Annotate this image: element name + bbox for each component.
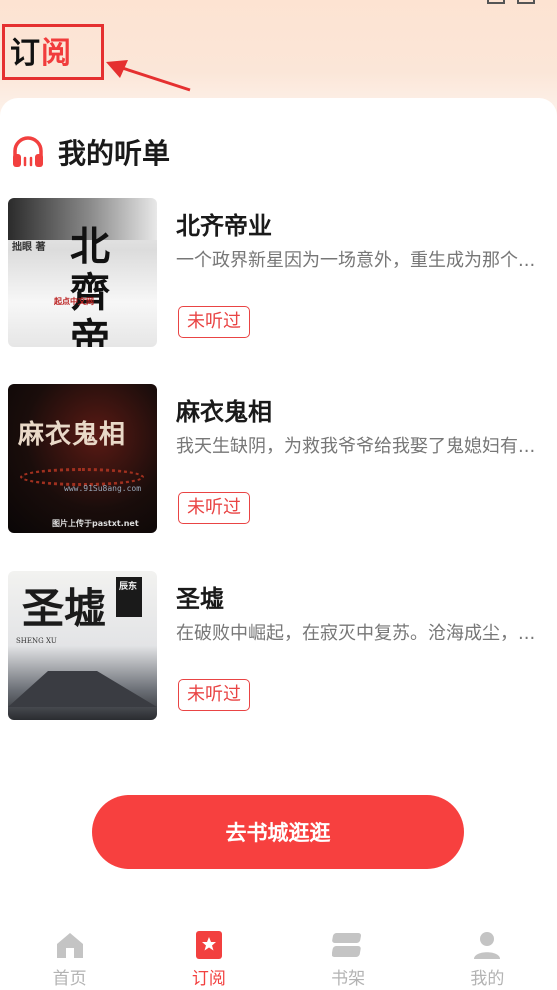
- book-item[interactable]: 拙眼 著 北齊帝業 起点中文网 北齐帝业 一个政界新星因为一场意外，重生成为那个…: [8, 198, 548, 350]
- book-item[interactable]: 麻衣鬼相 www.91Su8ang.com 图片上传于pastxt.net 麻衣…: [8, 384, 548, 536]
- status-icons: [487, 0, 535, 4]
- tab-mine[interactable]: 我的: [418, 918, 557, 990]
- cover-seal: 辰东: [116, 577, 142, 617]
- book-title[interactable]: 圣墟: [176, 579, 224, 614]
- status-badge: 未听过: [178, 306, 250, 338]
- headphones-icon: [13, 136, 43, 167]
- annotation-highlight-box: [2, 24, 104, 80]
- book-cover[interactable]: 圣墟 辰东 SHENG XU: [8, 571, 157, 720]
- bookmark-icon: [195, 931, 222, 959]
- tab-label: 订阅: [191, 969, 226, 989]
- book-title[interactable]: 北齐帝业: [176, 206, 272, 241]
- cover-art-text: 麻衣鬼相: [18, 420, 127, 450]
- annotation-arrow-icon: [106, 60, 191, 92]
- cover-author: 拙眼 著: [12, 242, 46, 253]
- home-icon: [56, 933, 83, 958]
- section-header: 我的听单: [10, 132, 170, 172]
- user-icon: [474, 932, 501, 959]
- section-title: 我的听单: [58, 137, 171, 170]
- tab-home[interactable]: 首页: [0, 918, 139, 990]
- cover-art-text: 北齊帝業: [70, 223, 110, 348]
- book-description: 在破败中崛起，在寂灭中复苏。沧海成尘，...: [176, 623, 536, 644]
- book-cover[interactable]: 拙眼 著 北齊帝業 起点中文网: [8, 198, 157, 347]
- cover-mountains: [8, 671, 157, 707]
- tab-label: 书架: [331, 969, 366, 989]
- cover-art-text: 圣墟: [22, 584, 107, 633]
- tab-label: 我的: [470, 969, 505, 989]
- tab-bookshelf[interactable]: 书架: [279, 918, 418, 990]
- book-description: 我天生缺阴，为救我爷爷给我娶了鬼媳妇有...: [176, 436, 536, 457]
- cover-caption: 图片上传于pastxt.net: [52, 519, 139, 528]
- book-item[interactable]: 圣墟 辰东 SHENG XU 圣墟 在破败中崛起，在寂灭中复苏。沧海成尘，...…: [8, 571, 548, 723]
- status-badge: 未听过: [178, 492, 250, 524]
- cover-side-text: 辰东: [119, 582, 138, 592]
- cover-url: www.91Su8ang.com: [64, 484, 142, 493]
- book-title[interactable]: 麻衣鬼相: [176, 392, 272, 427]
- status-bar: [0, 0, 557, 10]
- status-badge: 未听过: [178, 679, 250, 711]
- bookshelf-icon: [332, 933, 362, 957]
- go-to-bookstore-button[interactable]: 去书城逛逛: [92, 795, 464, 869]
- tab-bar: 首页 订阅 书架 我的: [0, 918, 557, 990]
- tab-label: 首页: [52, 969, 87, 989]
- book-cover[interactable]: 麻衣鬼相 www.91Su8ang.com 图片上传于pastxt.net: [8, 384, 157, 533]
- cover-publisher: 起点中文网: [54, 297, 94, 306]
- cover-romanized: SHENG XU: [16, 637, 57, 645]
- tab-subscribe[interactable]: 订阅: [139, 918, 278, 990]
- book-description: 一个政界新星因为一场意外，重生成为那个...: [176, 250, 536, 271]
